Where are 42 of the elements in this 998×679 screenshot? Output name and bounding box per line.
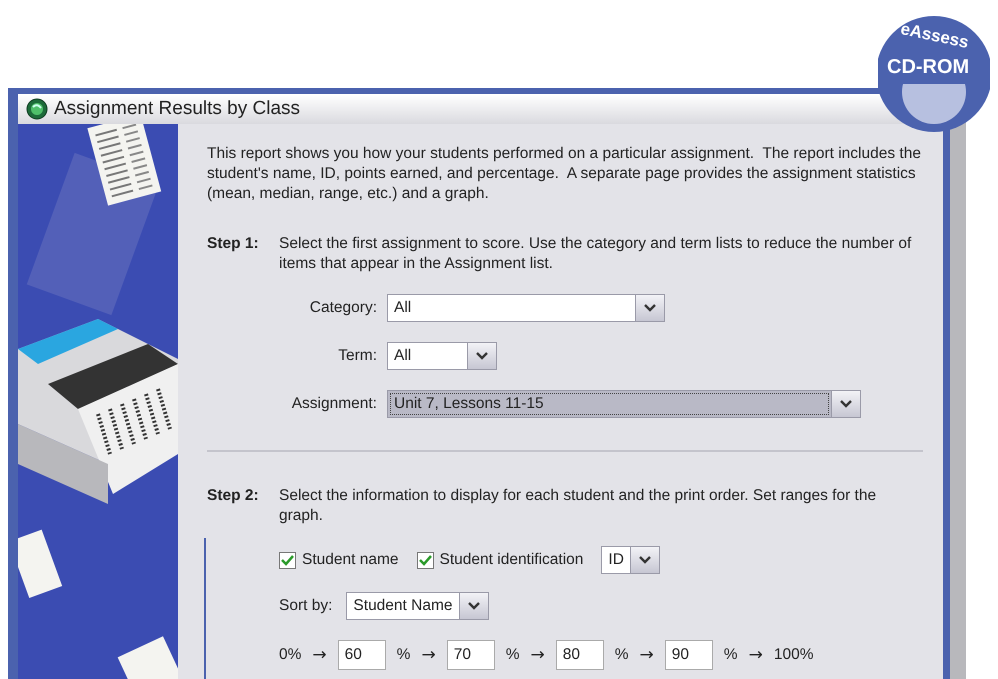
dropdown[interactable]: Unit 7, Lessons 11-15 [387,390,861,418]
id-dropdown[interactable]: ID [601,546,660,574]
sort-dropdown[interactable]: Student Name [346,592,489,620]
range-label: % [724,645,738,665]
arrow-symbol: → [640,645,654,665]
caret-icon [638,556,651,564]
caret-icon [840,400,852,408]
field-label: Category: [308,298,378,318]
step-label: Step 2: [207,486,260,506]
intro-text: This report shows you how your students performed on a particular assignment. The report includes the student's name, ID, points earned, and percentage. A separate page provides the assignment statistics (mean, median, range, etc.) and a graph. [207,144,922,204]
checkbox-label: Student identification [440,550,584,570]
range-label: 0% [279,645,302,665]
badge-title: eAssess [898,19,970,53]
range-label: % [506,645,520,665]
checkbox[interactable] [279,552,296,568]
range-input[interactable]: 90 [664,640,713,670]
arrow-symbol: → [530,645,545,665]
caret-icon [476,352,488,360]
range-label: % [396,645,410,665]
window-title: Assignment Results by Class [54,98,300,120]
checkbox-label: Student name [302,550,399,570]
arrow-symbol: → [748,645,763,665]
caret-icon [644,304,656,312]
range-input[interactable]: 70 [446,640,495,670]
range-label: % [614,645,629,665]
sort-label: Sort by: [279,596,332,616]
step-instructions: Select the information to display for each student and the print order. Set ranges for the graph. [279,486,878,526]
range-label: 100% [774,645,814,665]
badge-subtitle: CD-ROM [887,56,970,79]
dropdown[interactable]: All [387,294,665,322]
range-input[interactable]: 80 [556,640,604,670]
globe-icon [26,98,48,120]
step-label: Step 1: [207,234,260,254]
step-instructions: Select the first assignment to score. Use the category and term lists to reduce the number of items that appear in the Assignment list. [279,234,912,274]
arrow-symbol: → [312,645,327,665]
arrow-symbol: → [421,645,436,665]
field-label: Assignment: [290,394,378,414]
dropdown[interactable]: All [387,342,497,370]
field-label: Term: [337,346,378,366]
caret-icon [468,602,480,610]
range-input[interactable]: 60 [338,640,386,670]
checkbox[interactable] [416,552,434,568]
